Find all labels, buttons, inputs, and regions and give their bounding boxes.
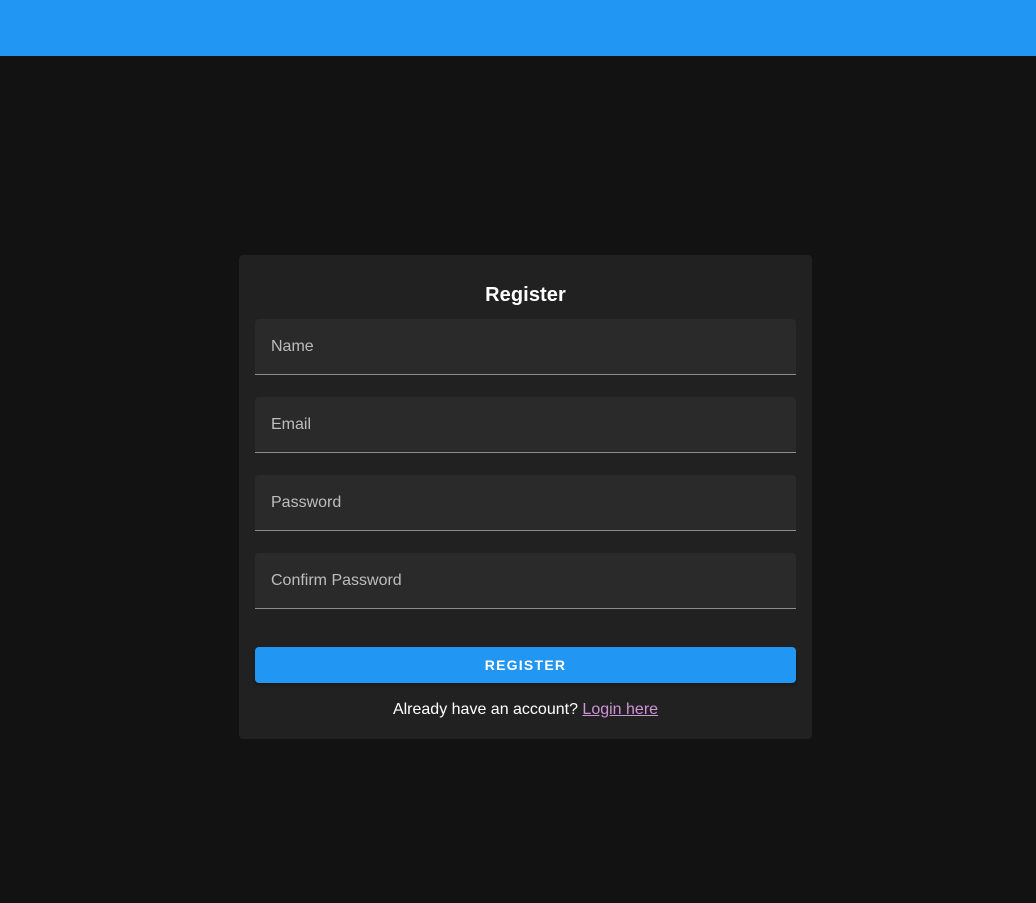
name-input[interactable] <box>255 319 796 374</box>
page-title: Register <box>485 284 566 306</box>
login-prompt-line: Already have an account? Login here <box>255 701 796 719</box>
register-card: Register Register Already have an accoun… <box>239 255 812 739</box>
app-bar <box>0 0 1036 56</box>
password-field[interactable] <box>255 475 796 531</box>
email-field[interactable] <box>255 397 796 453</box>
name-field[interactable] <box>255 319 796 375</box>
login-link[interactable]: Login here <box>582 701 658 718</box>
confirm-password-field[interactable] <box>255 553 796 609</box>
password-input[interactable] <box>255 475 796 530</box>
email-input[interactable] <box>255 397 796 452</box>
register-button[interactable]: Register <box>255 647 796 683</box>
login-prompt-text: Already have an account? <box>392 701 578 718</box>
confirm-password-input[interactable] <box>255 553 796 608</box>
